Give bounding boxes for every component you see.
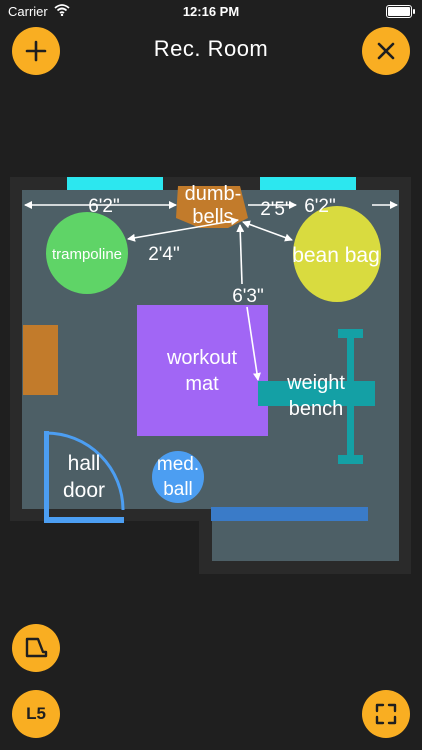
level-label: L5 xyxy=(26,704,46,723)
weight-bench-label-line2: bench xyxy=(289,398,344,420)
hall-door-label-line1: hall xyxy=(68,452,101,475)
wall-cabinet[interactable] xyxy=(23,325,58,395)
workout-mat[interactable] xyxy=(137,305,268,436)
dim-dumbbells-to-bench: 6'3" xyxy=(232,286,264,307)
room-shape-icon xyxy=(25,637,48,658)
floor-plan[interactable]: dumb- bells trampoline bean bag workout … xyxy=(0,0,422,750)
workout-mat-label-line1: workout xyxy=(166,347,237,369)
window-right[interactable] xyxy=(260,177,356,190)
dim-bean-bag-to-right-wall: 6'2" xyxy=(304,196,336,217)
fullscreen-icon xyxy=(375,703,397,725)
hall-door-label-line2: door xyxy=(63,479,105,502)
bottom-shelf[interactable] xyxy=(211,507,368,521)
weight-bench-label-line1: weight xyxy=(286,372,345,394)
med-ball-label-line1: med. xyxy=(157,454,199,475)
workout-mat-label-line2: mat xyxy=(185,373,219,395)
trampoline-label: trampoline xyxy=(52,246,122,263)
room-shape-button[interactable] xyxy=(12,624,60,672)
window-left[interactable] xyxy=(67,177,163,190)
dim-left-wall-to-dumbbells: 6'2" xyxy=(88,196,120,217)
dim-dumbbells-to-bean-bag: 2'5" xyxy=(260,199,292,220)
dim-trampoline-to-dumbbells: 2'4" xyxy=(148,244,180,265)
med-ball-label-line2: ball xyxy=(163,479,193,500)
fit-to-screen-button[interactable] xyxy=(362,690,410,738)
level-button[interactable]: L5 xyxy=(12,690,60,738)
bean-bag-label: bean bag xyxy=(292,244,380,267)
dumbbells-label-line1: dumb- xyxy=(185,183,242,205)
